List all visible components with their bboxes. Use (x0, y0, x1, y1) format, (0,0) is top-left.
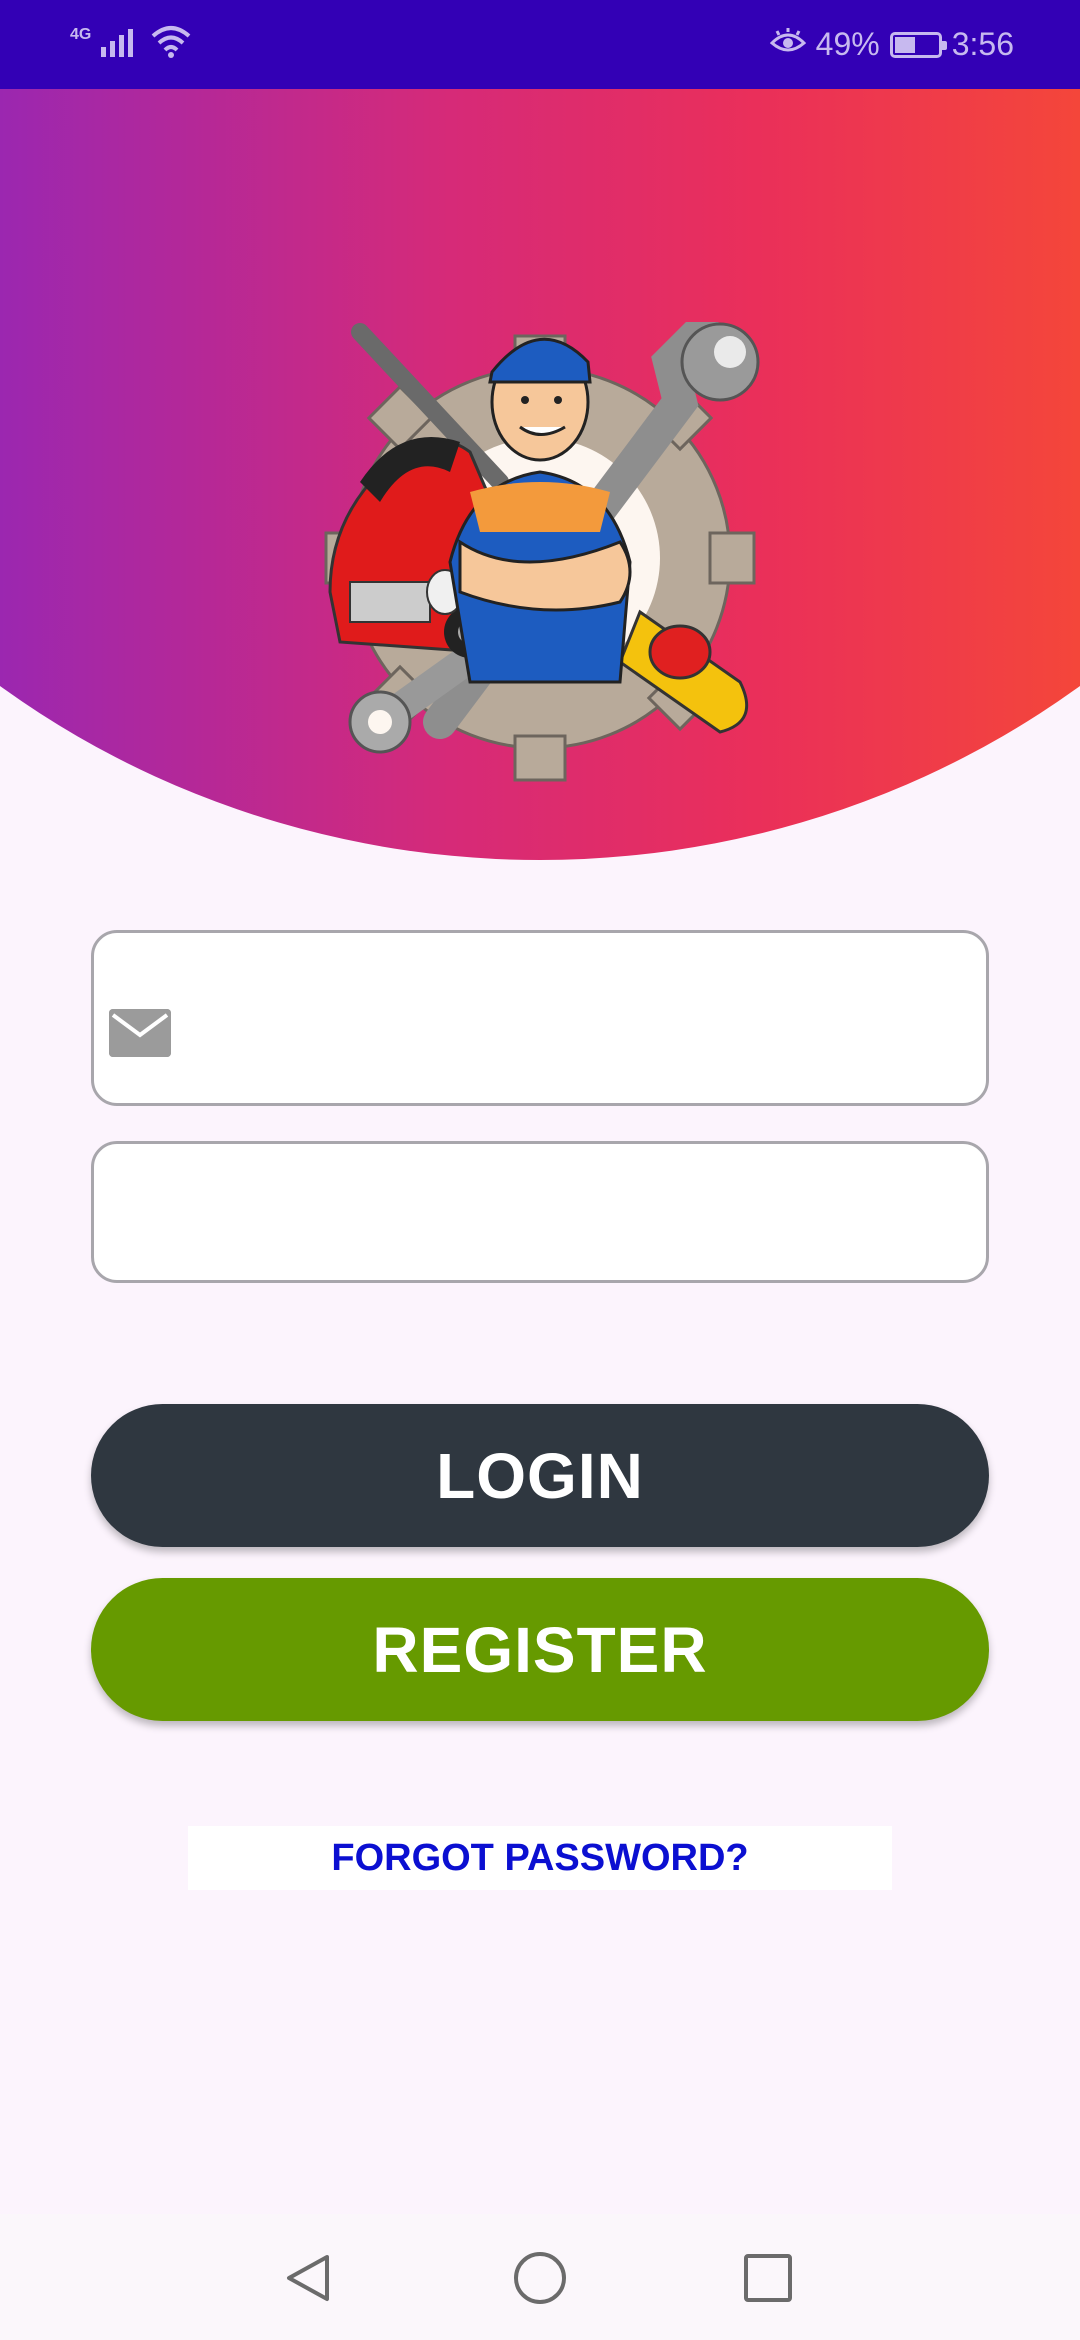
forgot-password-link[interactable]: FORGOT PASSWORD? (188, 1826, 892, 1890)
password-input[interactable] (124, 1144, 962, 1280)
network-type: 4G (70, 26, 92, 43)
login-screen: 4G 49% 3:56 LOGIN REGISTER FORGOT PASSWO… (0, 0, 1080, 2340)
mail-icon (109, 1009, 171, 1057)
battery-fill (894, 36, 916, 53)
eye-comfort-icon (769, 26, 806, 63)
status-bar: 4G 49% 3:56 (0, 0, 1080, 89)
password-field[interactable] (91, 1141, 989, 1283)
login-button[interactable]: LOGIN (91, 1404, 989, 1547)
home-icon[interactable] (500, 2238, 580, 2318)
wifi-icon (151, 24, 191, 66)
email-field[interactable] (91, 930, 989, 1106)
recents-icon[interactable] (728, 2238, 808, 2318)
mechanic-logo (320, 311, 760, 784)
email-input[interactable] (184, 933, 962, 1103)
back-icon[interactable] (268, 2238, 348, 2318)
signal-icon (101, 25, 141, 65)
battery-percent: 49% (815, 26, 880, 62)
battery-icon (889, 31, 947, 58)
clock-time: 3:56 (951, 26, 1014, 62)
register-button[interactable]: REGISTER (91, 1578, 989, 1721)
navigation-bar (0, 2214, 1080, 2340)
